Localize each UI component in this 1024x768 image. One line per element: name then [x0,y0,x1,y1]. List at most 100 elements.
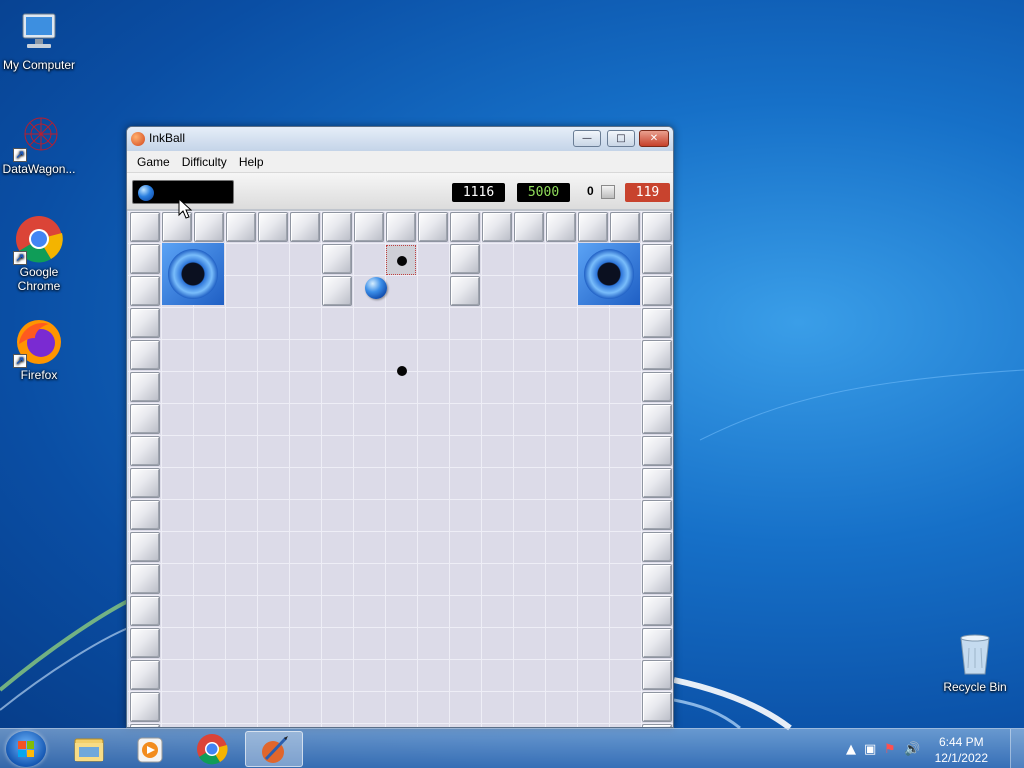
wall-block [130,596,160,626]
chrome-icon: ↗ [13,215,63,265]
minimize-button[interactable]: — [573,130,601,147]
ball-spawner [386,245,416,275]
wall-block [642,628,672,658]
inkball-window: InkBall — □ ✕ Game Difficulty Help 1116 … [126,126,674,728]
firefox-icon: ↗ [13,318,63,368]
score-display: 1116 [452,183,505,202]
wall-block [130,244,160,274]
wall-block [642,276,672,306]
wall-block [194,212,224,242]
desktop-icon-label: Recycle Bin [943,680,1007,694]
black-ball [397,366,407,376]
wall-block [322,276,352,306]
wall-block [354,212,384,242]
inkball-icon [131,132,145,146]
start-button[interactable] [6,731,46,767]
game-board[interactable] [128,211,673,727]
blue-hole-left [162,243,224,305]
menu-help[interactable]: Help [233,155,270,169]
desktop-icon-my-computer[interactable]: My Computer [0,8,81,72]
blue-hole-right [578,243,640,305]
desktop-icon-label: Google Chrome [17,265,61,293]
wall-block [418,212,448,242]
maximize-button[interactable]: □ [607,130,635,147]
volume-icon[interactable]: 🔊 [904,742,920,757]
close-button[interactable]: ✕ [639,130,669,147]
wall-block [130,468,160,498]
window-title: InkBall [149,131,186,145]
wall-block [130,308,160,338]
menu-game[interactable]: Game [131,155,176,169]
wall-block [642,564,672,594]
wall-block [642,532,672,562]
wall-block [130,436,160,466]
wall-block [642,468,672,498]
wall-block [386,212,416,242]
clock-date: 12/1/2022 [934,751,988,765]
wall-block [258,212,288,242]
menu-difficulty[interactable]: Difficulty [176,155,233,169]
taskbar-chrome[interactable] [183,731,241,767]
wall-block [642,340,672,370]
wall-block [642,660,672,690]
wall-block [130,628,160,658]
network-icon[interactable]: ▣ [864,742,876,757]
wall-block [130,212,160,242]
clock[interactable]: 6:44 PM 12/1/2022 [935,734,988,766]
inkball-icon [262,736,288,763]
desktop-icon-google-chrome[interactable]: ↗ Google Chrome [0,215,81,293]
wall-block [130,340,160,370]
wall-block [514,212,544,242]
shortcut-arrow-icon: ↗ [13,354,27,368]
wall-block [322,244,352,274]
wall-block [546,212,576,242]
wall-block [642,404,672,434]
desktop-icon-firefox[interactable]: ↗ Firefox [0,318,81,382]
wall-block [322,212,352,242]
wall-block [642,436,672,466]
datawagon-icon: ↗ [13,112,63,162]
desktop-icon-recycle-bin[interactable]: Recycle Bin [933,630,1017,694]
mouse-cursor-icon [178,198,192,219]
captured-ball-icon [601,185,615,199]
title-bar[interactable]: InkBall — □ ✕ [127,127,673,151]
wall-block [642,372,672,402]
desktop-icon-label: Firefox [20,368,58,382]
wall-block [642,244,672,274]
wall-block [226,212,256,242]
desktop-icon-label: DataWagon... [2,162,76,176]
wall-block [450,244,480,274]
desktop-icon-datawagon[interactable]: ↗ DataWagon... [0,112,81,176]
wall-block [610,212,640,242]
media-player-icon [137,737,163,763]
system-tray: ▲ ▣ ⚑ 🔊 6:44 PM 12/1/2022 [834,729,1024,768]
shortcut-arrow-icon: ↗ [13,251,27,265]
wall-block [130,532,160,562]
wall-block [130,692,160,722]
wall-block [642,596,672,626]
balls-captured-count: 0 [587,184,594,198]
taskbar-media-player[interactable] [121,731,179,767]
wall-block [130,660,160,690]
wall-block [642,212,672,242]
wall-block [130,500,160,530]
queued-ball [138,185,154,201]
file-explorer-icon [74,738,104,762]
taskbar-file-explorer[interactable] [60,731,118,767]
action-center-icon[interactable]: ⚑ [884,742,896,757]
show-desktop-button[interactable] [1010,729,1024,768]
taskbar: ▲ ▣ ⚑ 🔊 6:44 PM 12/1/2022 [0,728,1024,768]
score-bar: 1116 5000 0 119 [127,173,673,211]
wall-block [450,276,480,306]
wall-block [130,404,160,434]
blue-ball [365,277,387,299]
target-score-display: 5000 [517,183,570,202]
computer-icon [15,8,63,56]
windows-logo-icon [18,741,34,757]
show-hidden-icons-icon[interactable]: ▲ [846,742,856,757]
taskbar-inkball[interactable] [245,731,303,767]
menu-bar: Game Difficulty Help [127,151,673,173]
wall-block [578,212,608,242]
wall-block [130,372,160,402]
desktop-icon-label: My Computer [2,58,76,72]
